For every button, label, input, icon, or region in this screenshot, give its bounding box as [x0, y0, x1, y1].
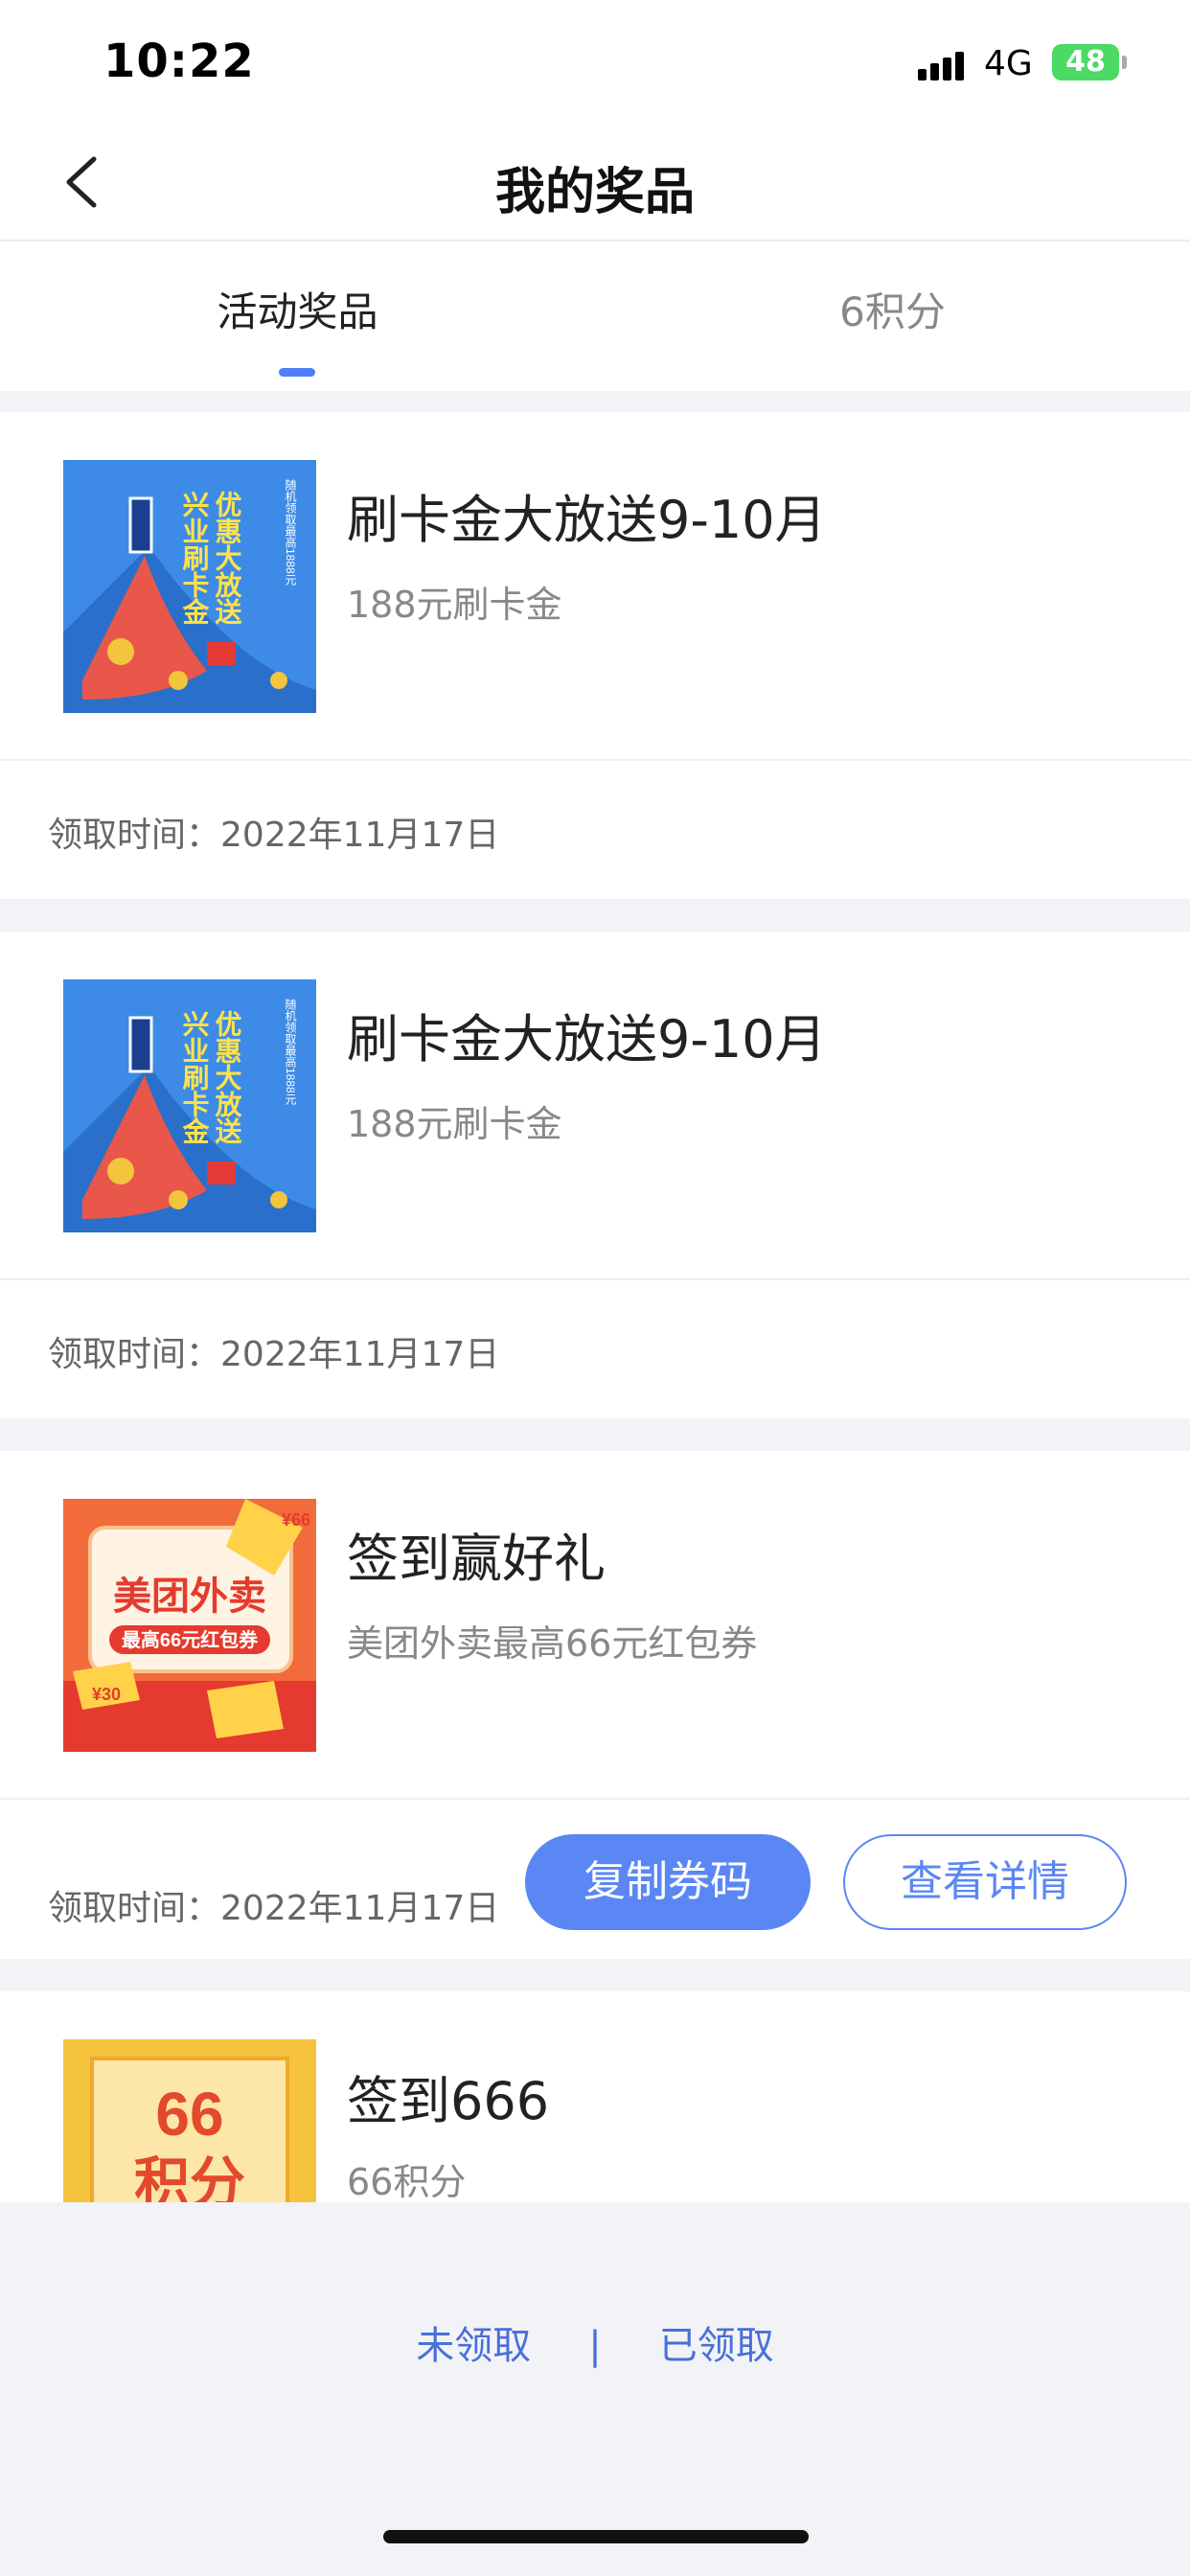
prize-thumbnail: 66 积分 — [63, 2039, 316, 2202]
claim-time-value: 2022年11月17日 — [220, 816, 500, 855]
page-title: 我的奖品 — [494, 164, 695, 221]
prize-subtitle: 66积分 — [347, 2161, 467, 2202]
svg-text:最高66元红包券: 最高66元红包券 — [122, 1628, 259, 1651]
prize-subtitle: 188元刷卡金 — [347, 1103, 562, 1145]
claim-time-label: 领取时间： — [48, 1889, 221, 1928]
view-details-button[interactable]: 查看详情 — [843, 1834, 1127, 1930]
prize-card[interactable]: 优惠大放送 兴业刷卡金 随机领取最高1888元 刷卡金大放送9-10月 188元… — [0, 412, 1190, 899]
claim-time-label: 领取时间： — [48, 1335, 221, 1374]
network-type: 4G — [984, 44, 1033, 83]
svg-text:兴业刷卡金: 兴业刷卡金 — [180, 491, 211, 625]
claim-time-value: 2022年11月17日 — [220, 1335, 500, 1374]
status-time: 10:22 — [103, 34, 255, 88]
prize-card[interactable]: 美团外卖 最高66元红包券 ¥66 ¥30 签到赢好礼 美团外卖最高66元红包券… — [0, 1451, 1190, 1959]
filter-separator: | — [588, 2324, 602, 2368]
svg-text:随机领取最高1888元: 随机领取最高1888元 — [284, 998, 297, 1106]
divider — [0, 1278, 1190, 1280]
svg-text:¥66: ¥66 — [282, 1510, 310, 1530]
prize-subtitle: 188元刷卡金 — [347, 584, 562, 626]
claim-filter: 未领取 | 已领取 — [0, 2314, 1190, 2370]
claim-time: 领取时间：2022年11月17日 — [48, 807, 499, 857]
battery-icon: 48 — [1052, 44, 1119, 80]
prize-thumbnail: 美团外卖 最高66元红包券 ¥66 ¥30 — [63, 1499, 316, 1752]
signal-icon — [918, 48, 970, 80]
nav-bar: 我的奖品 — [0, 125, 1190, 242]
prize-title: 刷卡金大放送9-10月 — [347, 490, 827, 550]
prize-thumbnail: 优惠大放送 兴业刷卡金 随机领取最高1888元 — [63, 979, 316, 1232]
claim-time: 领取时间：2022年11月17日 — [48, 1880, 499, 1930]
prize-title: 签到赢好礼 — [347, 1529, 606, 1589]
divider — [0, 759, 1190, 761]
claim-time-label: 领取时间： — [48, 816, 221, 855]
svg-text:优惠大放送: 优惠大放送 — [213, 491, 243, 626]
prize-title: 签到666 — [347, 2071, 550, 2131]
prize-card[interactable]: 优惠大放送 兴业刷卡金 随机领取最高1888元 刷卡金大放送9-10月 188元… — [0, 932, 1190, 1418]
prize-subtitle: 美团外卖最高66元红包券 — [347, 1622, 758, 1665]
svg-text:优惠大放送: 优惠大放送 — [213, 1010, 243, 1145]
svg-text:美团外卖: 美团外卖 — [113, 1576, 266, 1618]
tab-active-indicator — [279, 368, 315, 377]
svg-text:兴业刷卡金: 兴业刷卡金 — [180, 1010, 211, 1144]
tab-bar: 活动奖品 6积分 — [0, 242, 1190, 391]
battery-cap — [1122, 56, 1127, 69]
svg-text:66: 66 — [155, 2080, 223, 2149]
tab-points[interactable]: 6积分 — [595, 280, 1190, 338]
svg-text:¥30: ¥30 — [92, 1685, 121, 1704]
prize-title: 刷卡金大放送9-10月 — [347, 1009, 827, 1070]
tab-activity-prizes[interactable]: 活动奖品 — [0, 280, 595, 338]
status-bar: 10:22 4G 48 — [0, 0, 1190, 125]
divider — [0, 1798, 1190, 1800]
filter-unclaimed-link[interactable]: 未领取 — [416, 2314, 531, 2370]
svg-text:积分: 积分 — [134, 2152, 245, 2202]
filter-claimed-link[interactable]: 已领取 — [659, 2314, 774, 2370]
prize-thumbnail: 优惠大放送 兴业刷卡金 随机领取最高1888元 — [63, 460, 316, 713]
claim-time-value: 2022年11月17日 — [220, 1889, 500, 1928]
copy-code-button[interactable]: 复制券码 — [525, 1834, 811, 1930]
home-indicator — [383, 2530, 809, 2543]
claim-time: 领取时间：2022年11月17日 — [48, 1326, 499, 1376]
prize-card[interactable]: 66 积分 签到666 66积分 — [0, 1991, 1190, 2202]
svg-text:随机领取最高1888元: 随机领取最高1888元 — [284, 478, 297, 586]
